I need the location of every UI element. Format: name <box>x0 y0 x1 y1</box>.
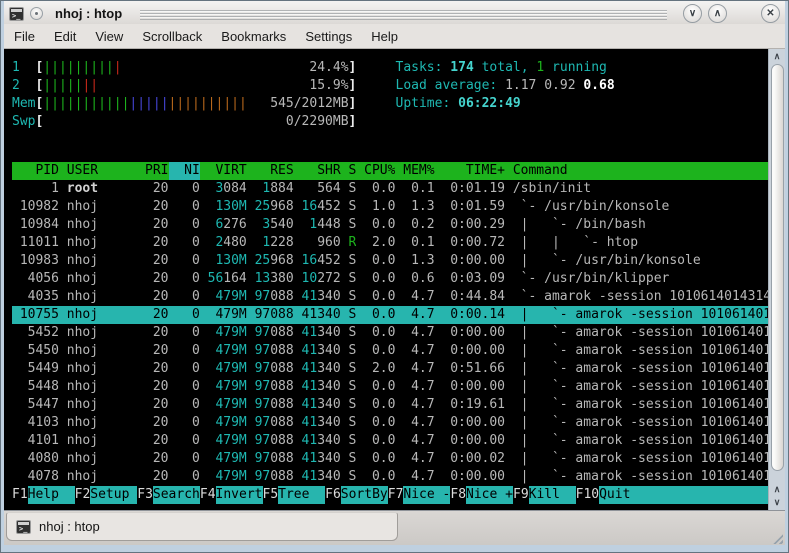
tab-label: nhoj : htop <box>39 519 100 534</box>
menu-item-view[interactable]: View <box>95 29 123 44</box>
column-header-mem[interactable]: MEM% <box>395 162 434 180</box>
fkey-f8-nice+[interactable]: F8Nice + <box>450 486 513 504</box>
process-row-4103[interactable]: 4103nhoj200479M9708841340S0.04.70:00.00 … <box>12 414 768 432</box>
tab-bar: nhoj : htop <box>4 510 785 545</box>
column-header-pid[interactable]: PID <box>12 162 59 180</box>
process-row-10983[interactable]: 10983nhoj200130M2596816452S0.01.30:00.00… <box>12 252 768 270</box>
tasks-summary: Tasks: 174 total, 1 running <box>396 59 615 77</box>
process-row-5450[interactable]: 5450nhoj200479M9708841340S0.04.70:00.00 … <box>12 342 768 360</box>
menu-item-file[interactable]: File <box>14 29 35 44</box>
function-key-bar: F1Help F2Setup F3SearchF4InvertF5Tree F6… <box>12 486 768 504</box>
maximize-button[interactable]: ∧ <box>708 4 727 23</box>
scroll-down-icon[interactable]: ∨ <box>770 496 785 509</box>
menu-item-edit[interactable]: Edit <box>54 29 76 44</box>
process-row-4080[interactable]: 4080nhoj200479M9708841340S0.04.70:00.02 … <box>12 450 768 468</box>
process-row-1[interactable]: 1root20030841884564S0.00.10:01.19/sbin/i… <box>12 180 768 198</box>
fkey-bar-filler <box>630 486 768 504</box>
titlebar-stripes <box>140 10 667 20</box>
konsole-window: nhoj : htop ∨ ∧ ✕ File Edit View Scrollback… <box>0 0 789 553</box>
menu-item-scrollback[interactable]: Scrollback <box>142 29 202 44</box>
process-row-4101[interactable]: 4101nhoj200479M9708841340S0.04.70:00.00 … <box>12 432 768 450</box>
column-header-command[interactable]: Command <box>505 162 768 180</box>
process-row-10755[interactable]: 10755nhoj200479M9708841340S0.04.70:00.14… <box>12 306 768 324</box>
process-row-10984[interactable]: 10984nhoj200627635401448S0.00.20:00.29 |… <box>12 216 768 234</box>
htop-screen: 1[||||||||||24.4%]2[|||||||15.9%]Mem[|||… <box>4 49 768 510</box>
scroll-up-icon-bottom[interactable]: ∧ <box>770 483 785 496</box>
spacer <box>12 131 768 162</box>
menu-item-bookmarks[interactable]: Bookmarks <box>221 29 286 44</box>
process-row-5449[interactable]: 5449nhoj200479M9708841340S2.04.70:51.66 … <box>12 360 768 378</box>
menu-item-help[interactable]: Help <box>371 29 398 44</box>
uptime: Uptime: 06:22:49 <box>396 95 615 113</box>
fkey-f4-invert[interactable]: F4Invert <box>200 486 263 504</box>
fkey-f6-sortby[interactable]: F6SortBy <box>325 486 388 504</box>
process-table-header: PIDUSERPRINIVIRTRESSHRSCPU%MEM%TIME+Comm… <box>12 162 768 180</box>
minimize-button[interactable]: ∨ <box>683 4 702 23</box>
process-row-4056[interactable]: 4056nhoj200561641338010272S0.00.60:03.09… <box>12 270 768 288</box>
fkey-f2-setup[interactable]: F2Setup <box>75 486 138 504</box>
menu-bar: File Edit View Scrollback Bookmarks Settings H… <box>4 24 785 49</box>
meter-swp: Swp[0/2290MB] <box>12 113 396 131</box>
process-row-5447[interactable]: 5447nhoj200479M9708841340S0.04.70:19.61 … <box>12 396 768 414</box>
window-title: nhoj : htop <box>55 6 122 21</box>
konsole-app-icon <box>9 7 24 21</box>
scrollbar[interactable]: ∧ ∧ ∨ <box>768 49 785 510</box>
menu-item-settings[interactable]: Settings <box>305 29 352 44</box>
scroll-up-icon[interactable]: ∧ <box>770 50 785 63</box>
scroll-thumb[interactable] <box>771 64 784 471</box>
column-header-ni[interactable]: NI <box>169 162 200 180</box>
process-row-11011[interactable]: 11011nhoj20024801228960R2.00.10:00.72 | … <box>12 234 768 252</box>
resize-grip[interactable] <box>771 532 783 544</box>
meter-1: 1[||||||||||24.4%] <box>12 59 396 77</box>
fkey-f9-kill[interactable]: F9Kill <box>513 486 576 504</box>
tab-nhoj-htop[interactable]: nhoj : htop <box>6 512 398 541</box>
column-header-time[interactable]: TIME+ <box>435 162 505 180</box>
column-header-user[interactable]: USER <box>59 162 137 180</box>
process-row-5452[interactable]: 5452nhoj200479M9708841340S0.04.70:00.00 … <box>12 324 768 342</box>
column-header-pri[interactable]: PRI <box>137 162 168 180</box>
htop-header-area: 1[||||||||||24.4%]2[|||||||15.9%]Mem[|||… <box>12 59 768 131</box>
load-average: Load average: 1.17 0.92 0.68 <box>396 77 615 95</box>
process-row-4035[interactable]: 4035nhoj200479M9708841340S0.04.70:44.84 … <box>12 288 768 306</box>
process-row-10982[interactable]: 10982nhoj200130M2596816452S1.01.30:01.59… <box>12 198 768 216</box>
process-row-5448[interactable]: 5448nhoj200479M9708841340S0.04.70:00.00 … <box>12 378 768 396</box>
pin-button[interactable] <box>30 7 43 20</box>
fkey-f1-help[interactable]: F1Help <box>12 486 75 504</box>
column-header-shr[interactable]: SHR <box>294 162 341 180</box>
column-header-s[interactable]: S <box>341 162 357 180</box>
fkey-f7-nice-[interactable]: F7Nice - <box>388 486 451 504</box>
terminal: 1[||||||||||24.4%]2[|||||||15.9%]Mem[|||… <box>4 49 785 510</box>
column-header-cpu[interactable]: CPU% <box>356 162 395 180</box>
fkey-f5-tree[interactable]: F5Tree <box>263 486 326 504</box>
process-row-4078[interactable]: 4078nhoj200479M9708841340S0.04.70:00.00 … <box>12 468 768 486</box>
process-table: 1root20030841884564S0.00.10:01.19/sbin/i… <box>12 180 768 486</box>
tasks-load-uptime: Tasks: 174 total, 1 runningLoad average:… <box>396 59 615 131</box>
fkey-f10-quit[interactable]: F10Quit <box>576 486 631 504</box>
column-header-res[interactable]: RES <box>247 162 294 180</box>
column-header-virt[interactable]: VIRT <box>200 162 247 180</box>
meter-mem: Mem[||||||||||||||||||||||||||545/2012MB… <box>12 95 396 113</box>
close-button[interactable]: ✕ <box>761 4 780 23</box>
tab-konsole-icon <box>16 520 31 534</box>
meter-2: 2[|||||||15.9%] <box>12 77 396 95</box>
cpu-mem-meters: 1[||||||||||24.4%]2[|||||||15.9%]Mem[|||… <box>12 59 396 131</box>
titlebar: nhoj : htop ∨ ∧ ✕ <box>4 1 785 24</box>
fkey-f3-search[interactable]: F3Search <box>137 486 200 504</box>
